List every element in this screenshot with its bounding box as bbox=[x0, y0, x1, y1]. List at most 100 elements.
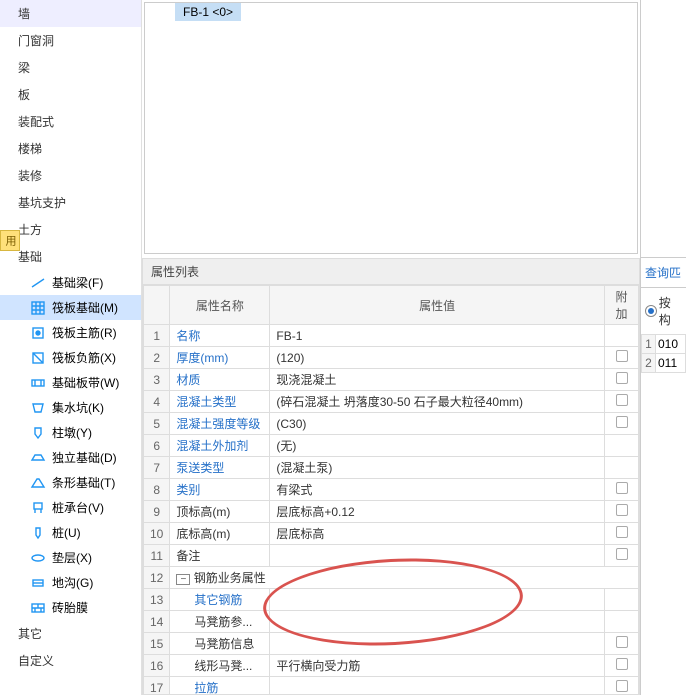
property-extra-cell[interactable] bbox=[605, 501, 639, 523]
component-tag[interactable]: FB-1 <0> bbox=[175, 3, 241, 21]
category-item[interactable]: 自定义 bbox=[0, 647, 141, 674]
property-value-cell[interactable]: 现浇混凝土 bbox=[270, 369, 605, 391]
property-name-cell[interactable]: 名称 bbox=[170, 325, 270, 347]
property-row[interactable]: 6混凝土外加剂(无) bbox=[144, 435, 639, 457]
subcategory-item[interactable]: 基础梁(F) bbox=[0, 270, 141, 295]
property-value-cell[interactable]: (混凝土泵) bbox=[270, 457, 605, 479]
checkbox[interactable] bbox=[616, 482, 628, 494]
property-name-cell[interactable]: 泵送类型 bbox=[170, 457, 270, 479]
property-row[interactable]: 16线形马凳...平行横向受力筋 bbox=[144, 655, 639, 677]
property-name-cell[interactable]: 底标高(m) bbox=[170, 523, 270, 545]
checkbox[interactable] bbox=[616, 350, 628, 362]
property-extra-cell[interactable] bbox=[605, 611, 639, 633]
category-item[interactable]: 装配式 bbox=[0, 108, 141, 135]
checkbox[interactable] bbox=[616, 636, 628, 648]
property-name-cell[interactable]: 拉筋 bbox=[170, 677, 270, 695]
property-row[interactable]: 4混凝土类型(碎石混凝土 坍落度30-50 石子最大粒径40mm) bbox=[144, 391, 639, 413]
property-row[interactable]: 17拉筋 bbox=[144, 677, 639, 695]
property-name-cell[interactable]: 材质 bbox=[170, 369, 270, 391]
property-name-cell[interactable]: 类别 bbox=[170, 479, 270, 501]
category-item[interactable]: 土方 bbox=[0, 216, 141, 243]
property-extra-cell[interactable] bbox=[605, 325, 639, 347]
property-name-cell[interactable]: 马凳筋参... bbox=[170, 611, 270, 633]
property-extra-cell[interactable] bbox=[605, 435, 639, 457]
subcategory-item[interactable]: 筏板主筋(R) bbox=[0, 320, 141, 345]
subcategory-item[interactable]: 垫层(X) bbox=[0, 545, 141, 570]
property-extra-cell[interactable] bbox=[605, 677, 639, 695]
property-value-cell[interactable]: (无) bbox=[270, 435, 605, 457]
category-item[interactable]: 板 bbox=[0, 81, 141, 108]
property-value-cell[interactable] bbox=[270, 589, 605, 611]
property-row[interactable]: 13其它钢筋 bbox=[144, 589, 639, 611]
property-value-cell[interactable]: 层底标高 bbox=[270, 523, 605, 545]
subcategory-item[interactable]: 基础板带(W) bbox=[0, 370, 141, 395]
category-item[interactable]: 楼梯 bbox=[0, 135, 141, 162]
property-value-cell[interactable]: (C30) bbox=[270, 413, 605, 435]
canvas-area[interactable]: FB-1 <0> bbox=[144, 2, 638, 254]
checkbox[interactable] bbox=[616, 504, 628, 516]
property-name-cell[interactable]: 备注 bbox=[170, 545, 270, 567]
property-name-cell[interactable]: 混凝土类型 bbox=[170, 391, 270, 413]
vertical-tab[interactable]: 用 bbox=[0, 230, 20, 251]
subcategory-item[interactable]: 桩(U) bbox=[0, 520, 141, 545]
property-row[interactable]: 3材质现浇混凝土 bbox=[144, 369, 639, 391]
property-extra-cell[interactable] bbox=[605, 347, 639, 369]
property-row[interactable]: 12− 钢筋业务属性 bbox=[144, 567, 639, 589]
radio-by-component[interactable]: 按构 bbox=[641, 288, 686, 334]
property-extra-cell[interactable] bbox=[605, 633, 639, 655]
subcategory-item[interactable]: 筏板负筋(X) bbox=[0, 345, 141, 370]
category-item[interactable]: 其它 bbox=[0, 620, 141, 647]
checkbox[interactable] bbox=[616, 680, 628, 692]
right-table-row[interactable]: 1010 bbox=[642, 335, 686, 354]
property-row[interactable]: 2厚度(mm)(120) bbox=[144, 347, 639, 369]
category-item[interactable]: 墙 bbox=[0, 0, 141, 27]
property-extra-cell[interactable] bbox=[605, 457, 639, 479]
property-extra-cell[interactable] bbox=[605, 545, 639, 567]
checkbox[interactable] bbox=[616, 548, 628, 560]
subcategory-item[interactable]: 条形基础(T) bbox=[0, 470, 141, 495]
category-item[interactable]: 基坑支护 bbox=[0, 189, 141, 216]
property-extra-cell[interactable] bbox=[605, 589, 639, 611]
property-row[interactable]: 8类别有梁式 bbox=[144, 479, 639, 501]
subcategory-item[interactable]: 桩承台(V) bbox=[0, 495, 141, 520]
subcategory-item[interactable]: 柱墩(Y) bbox=[0, 420, 141, 445]
property-name-cell[interactable]: 其它钢筋 bbox=[170, 589, 270, 611]
subcategory-item[interactable]: 筏板基础(M) bbox=[0, 295, 141, 320]
property-row[interactable]: 10底标高(m)层底标高 bbox=[144, 523, 639, 545]
property-row[interactable]: 9顶标高(m)层底标高+0.12 bbox=[144, 501, 639, 523]
property-extra-cell[interactable] bbox=[605, 413, 639, 435]
subcategory-item[interactable]: 地沟(G) bbox=[0, 570, 141, 595]
property-value-cell[interactable]: 层底标高+0.12 bbox=[270, 501, 605, 523]
property-name-cell[interactable]: 厚度(mm) bbox=[170, 347, 270, 369]
property-row[interactable]: 11备注 bbox=[144, 545, 639, 567]
property-row[interactable]: 5混凝土强度等级(C30) bbox=[144, 413, 639, 435]
checkbox[interactable] bbox=[616, 394, 628, 406]
property-extra-cell[interactable] bbox=[605, 655, 639, 677]
property-name-cell[interactable]: 顶标高(m) bbox=[170, 501, 270, 523]
category-item[interactable]: 装修 bbox=[0, 162, 141, 189]
subcategory-item[interactable]: 集水坑(K) bbox=[0, 395, 141, 420]
subcategory-item[interactable]: 砖胎膜 bbox=[0, 595, 141, 620]
property-row[interactable]: 1名称FB-1 bbox=[144, 325, 639, 347]
property-row[interactable]: 7泵送类型(混凝土泵) bbox=[144, 457, 639, 479]
category-item[interactable]: 门窗洞 bbox=[0, 27, 141, 54]
property-extra-cell[interactable] bbox=[605, 523, 639, 545]
category-item[interactable]: 梁 bbox=[0, 54, 141, 81]
checkbox[interactable] bbox=[616, 416, 628, 428]
property-extra-cell[interactable] bbox=[605, 391, 639, 413]
property-value-cell[interactable] bbox=[270, 611, 605, 633]
property-name-cell[interactable]: 混凝土外加剂 bbox=[170, 435, 270, 457]
property-value-cell[interactable]: FB-1 bbox=[270, 325, 605, 347]
property-value-cell[interactable]: (120) bbox=[270, 347, 605, 369]
property-value-cell[interactable] bbox=[270, 545, 605, 567]
property-name-cell[interactable]: 马凳筋信息 bbox=[170, 633, 270, 655]
property-value-cell[interactable]: 平行横向受力筋 bbox=[270, 655, 605, 677]
property-value-cell[interactable]: (碎石混凝土 坍落度30-50 石子最大粒径40mm) bbox=[270, 391, 605, 413]
category-item[interactable]: 基础 bbox=[0, 243, 141, 270]
subcategory-item[interactable]: 独立基础(D) bbox=[0, 445, 141, 470]
right-table-row[interactable]: 2011 bbox=[642, 354, 686, 373]
checkbox[interactable] bbox=[616, 372, 628, 384]
property-name-cell[interactable]: 混凝土强度等级 bbox=[170, 413, 270, 435]
checkbox[interactable] bbox=[616, 658, 628, 670]
checkbox[interactable] bbox=[616, 526, 628, 538]
